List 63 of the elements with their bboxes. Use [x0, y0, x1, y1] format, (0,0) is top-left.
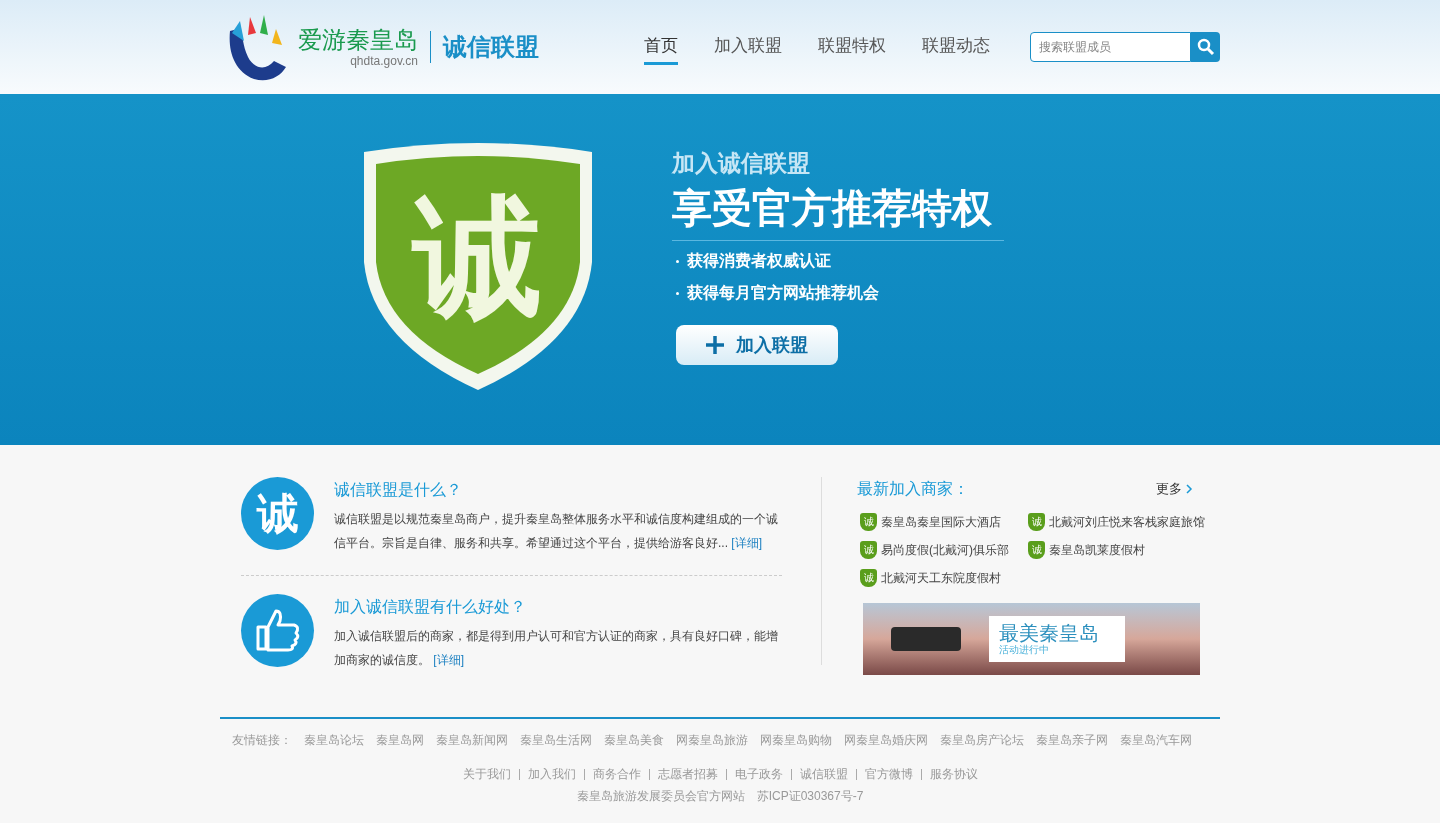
- logo-text: 爱游秦皇岛: [298, 26, 418, 54]
- hero-bullet-text: 获得每月官方网站推荐机会: [687, 283, 879, 303]
- more-link[interactable]: 更多: [1156, 479, 1193, 499]
- copyright-text: 秦皇岛旅游发展委员会官方网站: [576, 788, 745, 805]
- hero-bullet-text: 获得消费者权威认证: [687, 251, 831, 271]
- shield-badge-icon: 诚: [1028, 541, 1045, 559]
- promo-title: 最美秦皇岛: [999, 622, 1100, 644]
- merchants-title: 最新加入商家：: [857, 479, 969, 499]
- hero-subtitle: 加入诚信联盟: [672, 149, 811, 178]
- footer-link[interactable]: 志愿者招募: [657, 765, 718, 783]
- footer-link[interactable]: 加入我们: [527, 765, 576, 783]
- friend-link[interactable]: 网秦皇岛婚庆网: [844, 731, 928, 749]
- icp-text: 苏ICP证030367号-7: [756, 788, 864, 805]
- join-button[interactable]: 加入联盟: [676, 325, 838, 365]
- footer-link[interactable]: 服务协议: [929, 765, 978, 783]
- search-button[interactable]: [1191, 32, 1220, 62]
- friend-link[interactable]: 秦皇岛亲子网: [1036, 731, 1108, 749]
- shield-character: 诚: [410, 182, 544, 332]
- friend-link[interactable]: 秦皇岛美食: [604, 731, 664, 749]
- footer-link[interactable]: 诚信联盟: [799, 765, 848, 783]
- merchant-link[interactable]: 北戴河天工东院度假村: [881, 569, 1001, 587]
- nav-tab[interactable]: 联盟动态: [922, 33, 990, 65]
- merchant-link[interactable]: 秦皇岛凯莱度假村: [1049, 541, 1145, 559]
- footer-link[interactable]: 商务合作: [592, 765, 641, 783]
- friend-link[interactable]: 秦皇岛网: [376, 731, 424, 749]
- promo-subtitle: 活动进行中: [999, 644, 1050, 656]
- nav-tab[interactable]: 加入联盟: [714, 33, 782, 65]
- logo-domain: qhdta.gov.cn: [350, 54, 418, 68]
- friend-link[interactable]: 秦皇岛生活网: [520, 731, 592, 749]
- merchant-link[interactable]: 易尚度假(北戴河)俱乐部: [881, 541, 1009, 559]
- shield-badge-icon: 诚: [1028, 513, 1045, 531]
- search-field[interactable]: 搜索联盟成员: [1030, 32, 1191, 62]
- shield-badge-icon: 诚: [860, 513, 877, 531]
- search-icon: [1196, 38, 1215, 56]
- chevron-right-icon: [1186, 484, 1193, 494]
- shield-badge-icon: 诚: [860, 569, 877, 587]
- friend-link[interactable]: 网秦皇岛旅游: [676, 731, 748, 749]
- friend-link[interactable]: 秦皇岛新闻网: [436, 731, 508, 749]
- promo-banner[interactable]: 最美秦皇岛 活动进行中: [863, 603, 1200, 675]
- nav-tab[interactable]: 首页: [644, 33, 678, 65]
- faq-question: 诚信联盟是什么？: [334, 480, 463, 500]
- footer-link[interactable]: 官方微博: [864, 765, 913, 783]
- plus-icon: [706, 336, 724, 354]
- footer-link[interactable]: 关于我们: [462, 765, 511, 783]
- friend-link[interactable]: 网秦皇岛购物: [760, 731, 832, 749]
- friend-link[interactable]: 秦皇岛汽车网: [1120, 731, 1192, 749]
- detail-link[interactable]: [详细]: [433, 653, 464, 667]
- faq-answer: 诚信联盟是以规范秦皇岛商户，提升秦皇岛整体服务水平和诚信度构建组成的一个诚信平台。宗旨是自律、服务和共享。希望通过这个平台，提供给游客良好... [详细]: [334, 511, 779, 552]
- shield-badge-icon: 诚: [860, 541, 877, 559]
- friend-link[interactable]: 秦皇岛论坛: [304, 731, 364, 749]
- faq-answer: 加入诚信联盟后的商家，都是得到用户认可和官方认证的商家，具有良好口碑，能增加商家的诚信度。 [详细]: [334, 628, 779, 669]
- detail-link[interactable]: [详细]: [731, 536, 762, 550]
- more-link-text: 更多: [1156, 480, 1182, 499]
- merchant-link[interactable]: 北戴河刘庄悦来客栈家庭旅馆: [1049, 513, 1205, 531]
- footer-link[interactable]: 电子政务: [734, 765, 783, 783]
- friend-link[interactable]: 秦皇岛房产论坛: [940, 731, 1024, 749]
- friend-links-label: 友情链接：: [232, 732, 292, 749]
- hero-title: 享受官方推荐特权: [672, 185, 993, 232]
- nav-tab[interactable]: 联盟特权: [818, 33, 886, 65]
- merchant-link[interactable]: 秦皇岛秦皇国际大酒店: [881, 513, 1001, 531]
- circle-character-icon: 诚: [241, 477, 314, 550]
- site-title: 诚信联盟: [443, 32, 539, 62]
- faq-question: 加入诚信联盟有什么好处？: [334, 597, 527, 617]
